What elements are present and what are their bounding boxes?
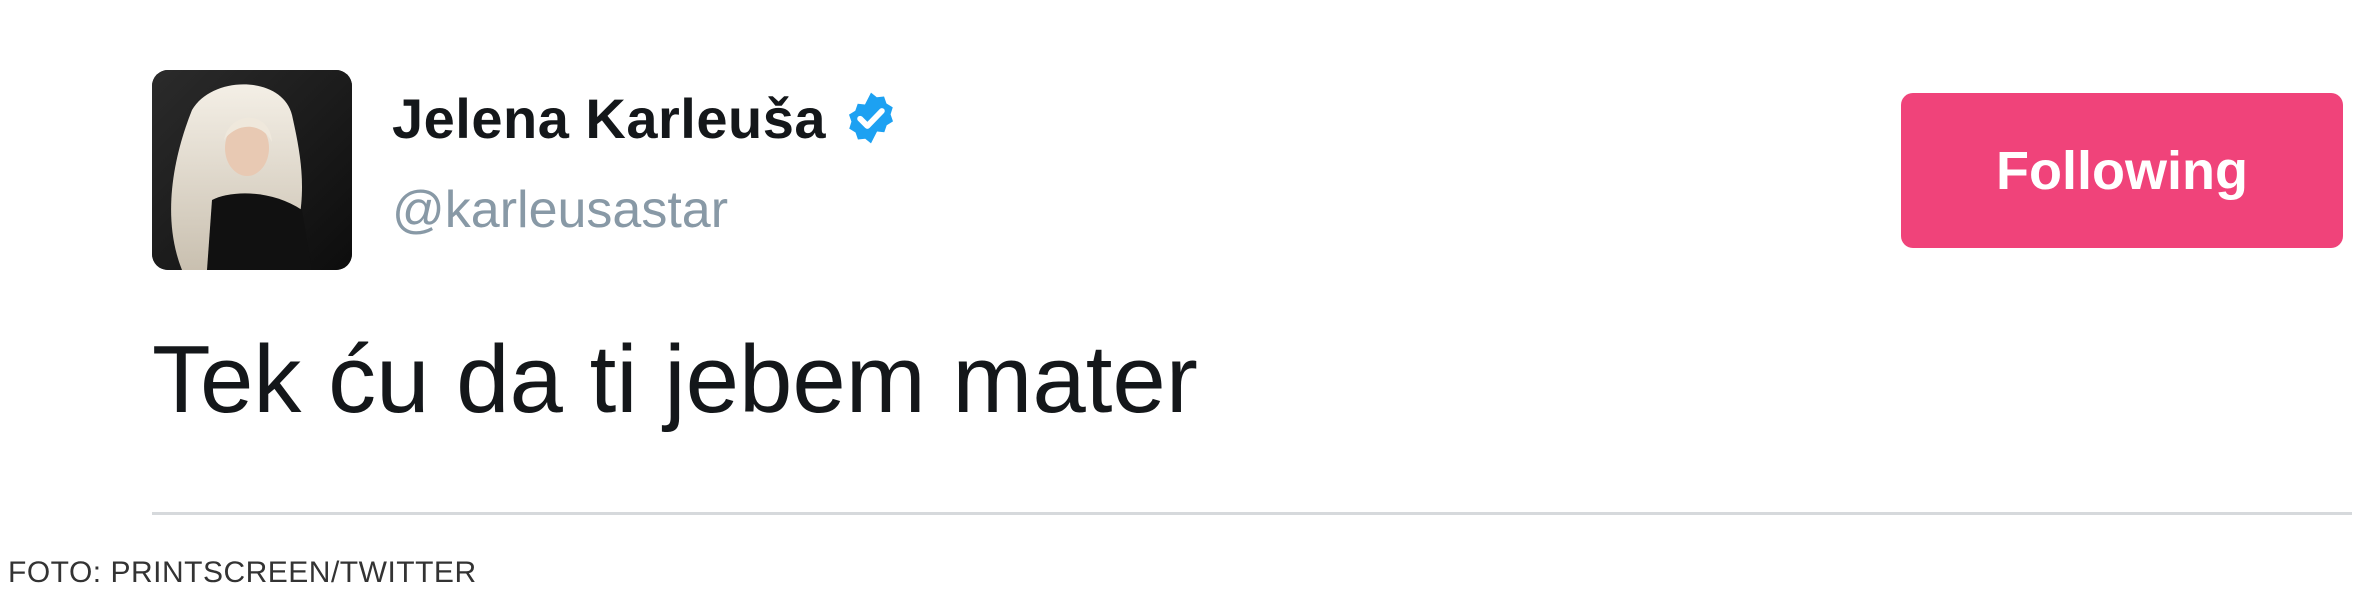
photo-credit: FOTO: PRINTSCREEN/TWITTER (8, 556, 477, 589)
verified-check-icon (842, 89, 900, 147)
avatar[interactable] (152, 70, 352, 270)
user-handle[interactable]: @karleusastar (392, 180, 728, 240)
display-name-row: Jelena Karleuša (392, 78, 900, 158)
display-name[interactable]: Jelena Karleuša (392, 86, 826, 151)
divider (152, 512, 2352, 515)
following-button[interactable]: Following (1901, 93, 2343, 248)
tweet-screenshot: Jelena Karleuša @karleusastar Following … (0, 0, 2363, 600)
tweet-text: Tek ću da ti jebem mater (152, 326, 1198, 433)
